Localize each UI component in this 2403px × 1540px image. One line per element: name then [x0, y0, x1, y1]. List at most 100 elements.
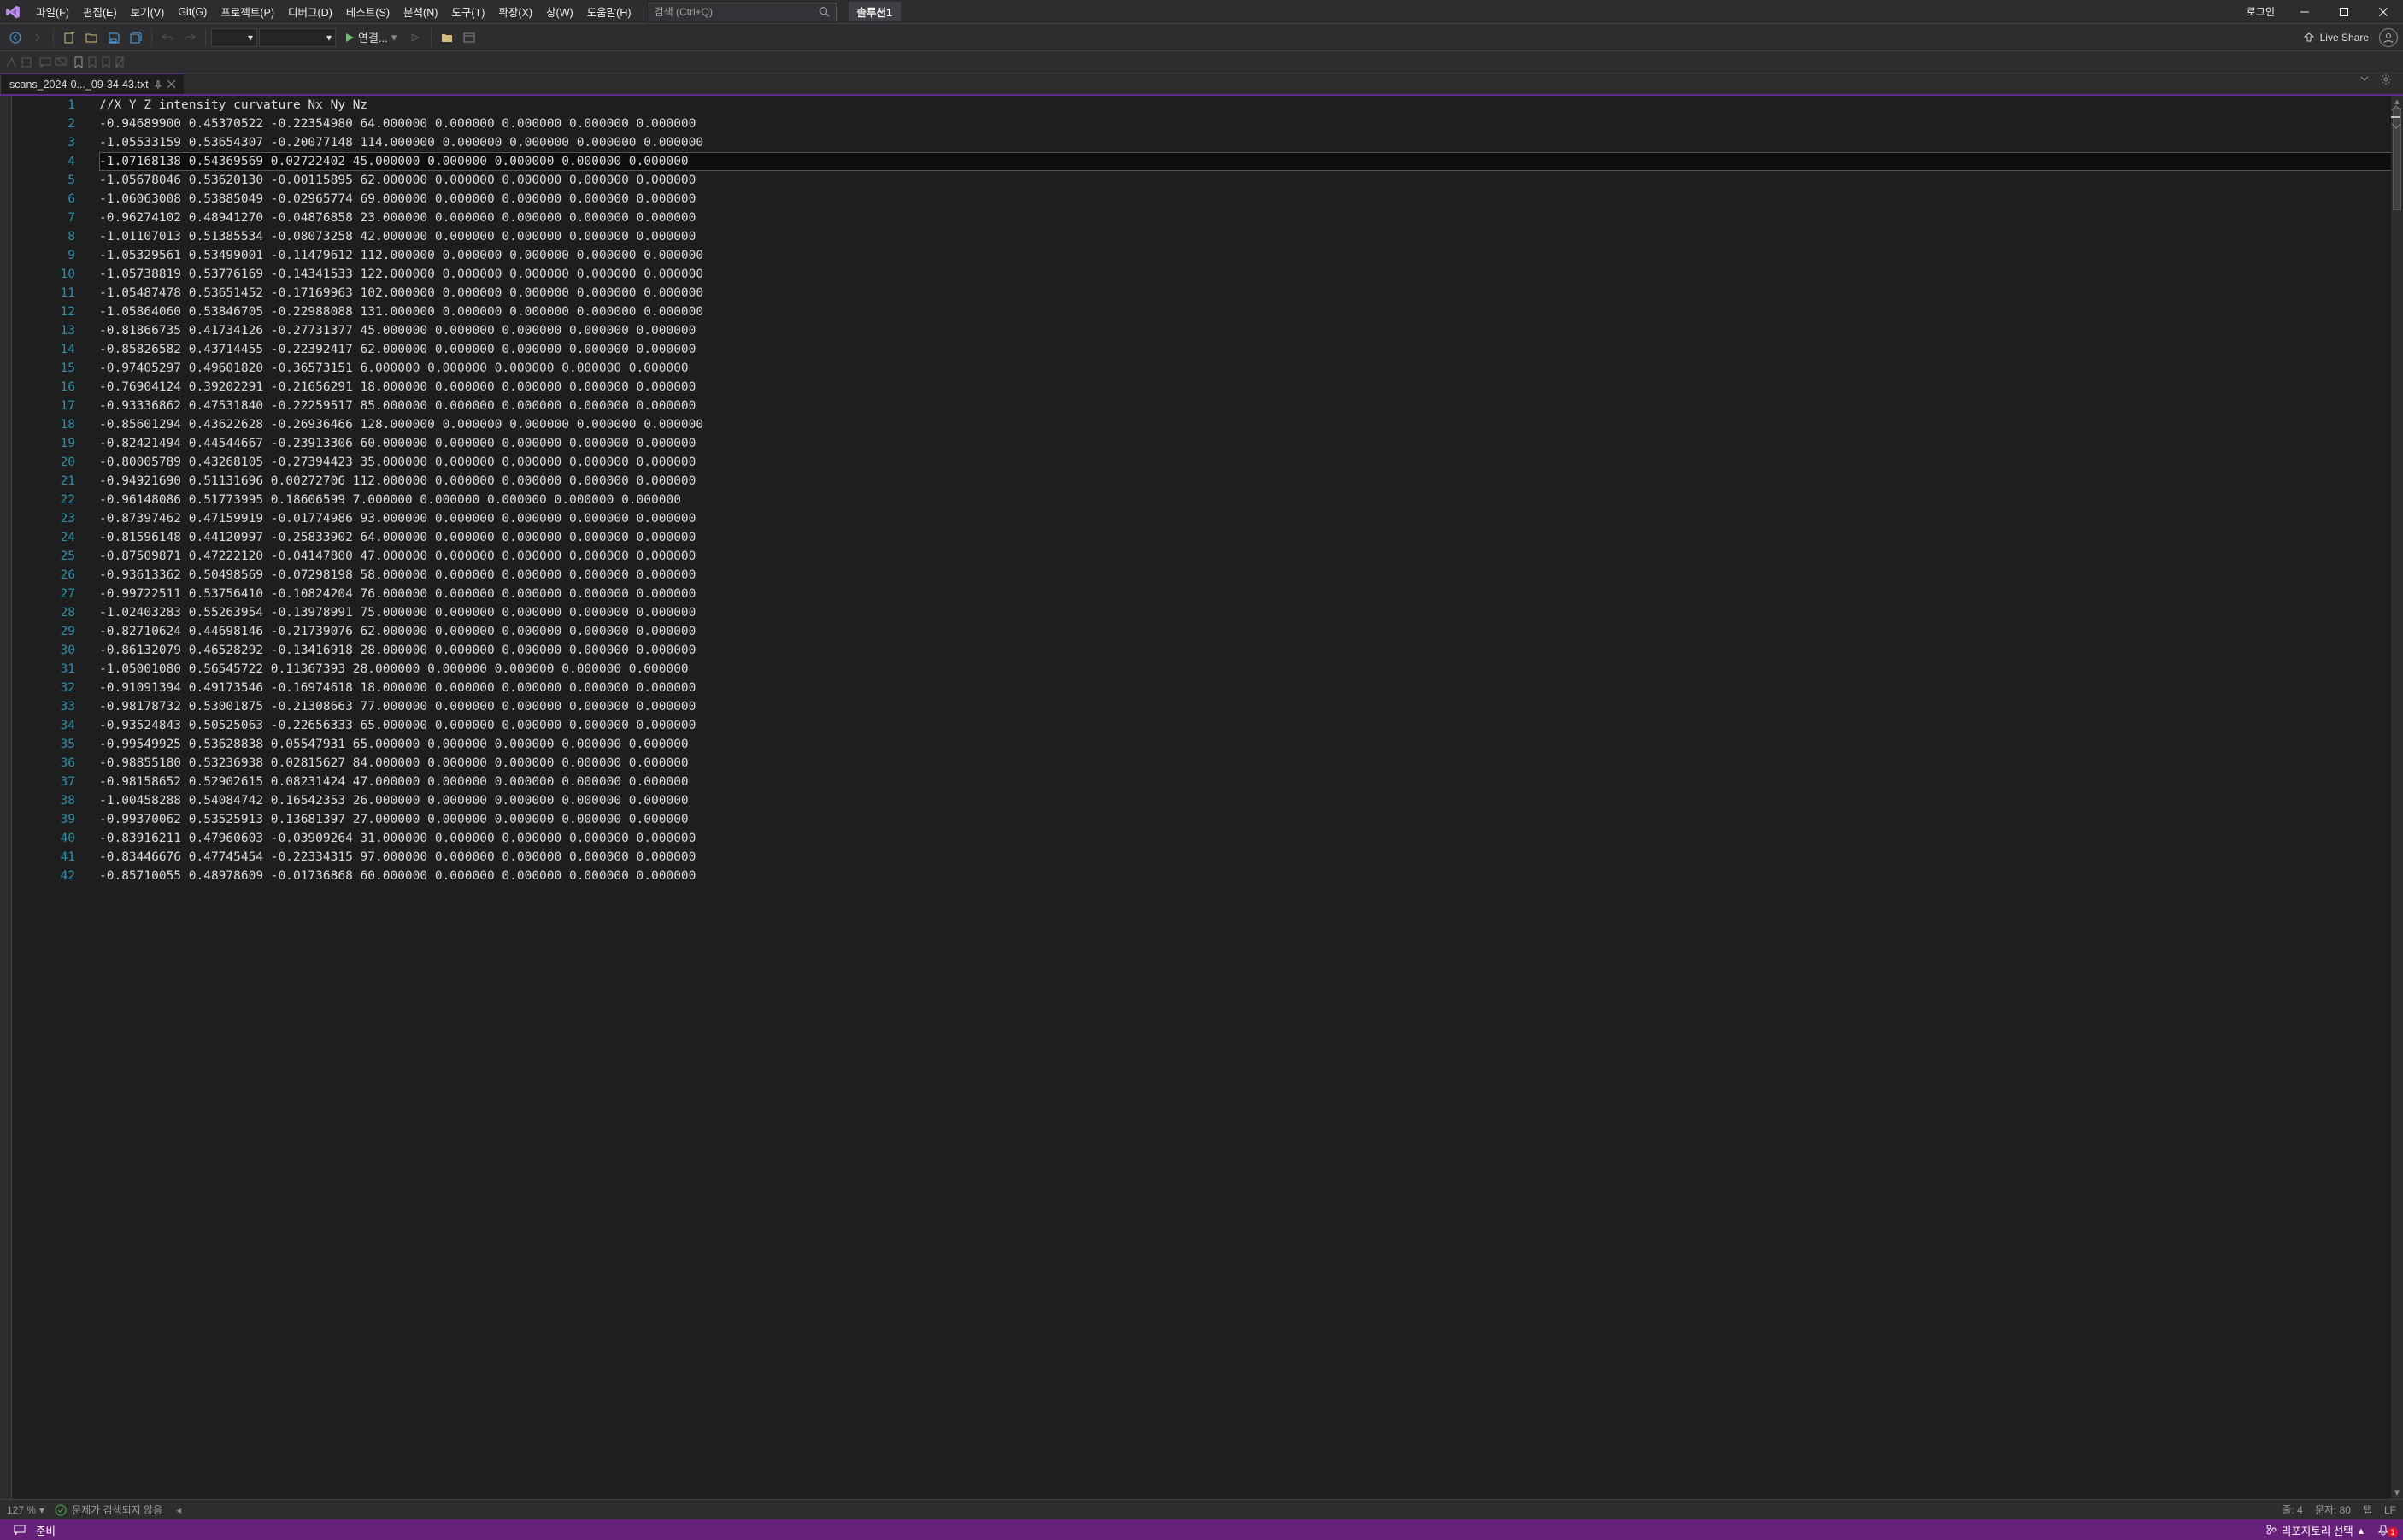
code-line[interactable]: -0.85826582 0.43714455 -0.22392417 62.00…	[99, 340, 2403, 359]
menu-item-3[interactable]: Git(G)	[171, 0, 214, 23]
code-line[interactable]: -1.05487478 0.53651452 -0.17169963 102.0…	[99, 284, 2403, 303]
menu-item-1[interactable]: 편집(E)	[76, 0, 124, 23]
show-all-button[interactable]	[459, 27, 479, 48]
bookmark-clear-button[interactable]	[115, 56, 125, 68]
menu-item-6[interactable]: 테스트(S)	[339, 0, 397, 23]
menu-item-2[interactable]: 보기(V)	[124, 0, 172, 23]
toggle-outline-button[interactable]	[21, 56, 32, 68]
code-line[interactable]: -1.02403283 0.55263954 -0.13978991 75.00…	[99, 603, 2403, 622]
code-line[interactable]: -1.00458288 0.54084742 0.16542353 26.000…	[99, 791, 2403, 810]
code-line[interactable]: -0.76904124 0.39202291 -0.21656291 18.00…	[99, 378, 2403, 397]
code-line[interactable]: -0.98178732 0.53001875 -0.21308663 77.00…	[99, 697, 2403, 716]
menu-item-9[interactable]: 확장(X)	[491, 0, 539, 23]
global-search[interactable]: 검색 (Ctrl+Q)	[649, 3, 837, 21]
code-line[interactable]: -0.93613362 0.50498569 -0.07298198 58.00…	[99, 566, 2403, 585]
open-file-button[interactable]	[81, 27, 102, 48]
code-line[interactable]: -0.86132079 0.46528292 -0.13416918 28.00…	[99, 641, 2403, 660]
menu-item-10[interactable]: 창(W)	[539, 0, 580, 23]
undo-button[interactable]	[157, 27, 178, 48]
account-avatar-button[interactable]	[2379, 28, 2398, 47]
start-debug-button[interactable]: 연결... ▾	[338, 27, 403, 48]
new-item-button[interactable]	[59, 27, 79, 48]
nav-back-button[interactable]	[5, 27, 26, 48]
code-line[interactable]: -1.05533159 0.53654307 -0.20077148 114.0…	[99, 133, 2403, 152]
code-line[interactable]: //X Y Z intensity curvature Nx Ny Nz	[99, 96, 2403, 115]
code-line[interactable]: -0.97405297 0.49601820 -0.36573151 6.000…	[99, 359, 2403, 378]
code-line[interactable]: -0.85601294 0.43622628 -0.26936466 128.0…	[99, 415, 2403, 434]
code-line[interactable]: -0.82421494 0.44544667 -0.23913306 60.00…	[99, 434, 2403, 453]
repo-select-button[interactable]: 리포지토리 선택 ▴	[2261, 1522, 2369, 1538]
code-line[interactable]: -0.96274102 0.48941270 -0.04876858 23.00…	[99, 209, 2403, 227]
indent-mode-indicator[interactable]: 탭	[2363, 1502, 2372, 1517]
code-line[interactable]: -0.87509871 0.47222120 -0.04147800 47.00…	[99, 547, 2403, 566]
code-line[interactable]: -1.05738819 0.53776169 -0.14341533 122.0…	[99, 265, 2403, 284]
code-line[interactable]: -1.07168138 0.54369569 0.02722402 45.000…	[99, 152, 2403, 171]
code-line[interactable]: -0.93336862 0.47531840 -0.22259517 85.00…	[99, 397, 2403, 415]
code-line[interactable]: -1.05329561 0.53499001 -0.11479612 112.0…	[99, 246, 2403, 265]
cursor-col-indicator[interactable]: 문자: 80	[2315, 1502, 2351, 1517]
tab-settings-button[interactable]	[2381, 74, 2400, 93]
code-line[interactable]: -0.85710055 0.48978609 -0.01736868 60.00…	[99, 867, 2403, 885]
code-line[interactable]: -0.81866735 0.41734126 -0.27731377 45.00…	[99, 321, 2403, 340]
line-ending-indicator[interactable]: LF	[2384, 1504, 2396, 1516]
save-all-button[interactable]	[126, 27, 146, 48]
bookmark-next-button[interactable]	[101, 56, 111, 68]
horizontal-scrollbar[interactable]: ◂	[173, 1504, 2271, 1516]
uncomment-button[interactable]	[55, 57, 67, 68]
code-line[interactable]: -1.05001080 0.56545722 0.11367393 28.000…	[99, 660, 2403, 679]
code-line[interactable]: -0.94689900 0.45370522 -0.22354980 64.00…	[99, 115, 2403, 133]
comment-button[interactable]	[39, 57, 51, 68]
code-line[interactable]: -0.96148086 0.51773995 0.18606599 7.0000…	[99, 491, 2403, 509]
code-line[interactable]: -0.87397462 0.47159919 -0.01774986 93.00…	[99, 509, 2403, 528]
code-line[interactable]: -0.94921690 0.51131696 0.00272706 112.00…	[99, 472, 2403, 491]
nav-forward-button[interactable]	[27, 27, 48, 48]
maximize-button[interactable]	[2324, 0, 2364, 24]
code-line[interactable]: -1.06063008 0.53885049 -0.02965774 69.00…	[99, 190, 2403, 209]
zoom-level-button[interactable]: 127 % ▾	[7, 1504, 44, 1516]
solution-platform-combo[interactable]: ▾	[259, 28, 336, 47]
hscroll-left-button[interactable]: ◂	[173, 1504, 185, 1516]
vertical-scrollbar[interactable]: ▴ ▾	[2391, 96, 2403, 1499]
menu-item-8[interactable]: 도구(T)	[444, 0, 491, 23]
text-editor[interactable]: 1234567891011121314151617181920212223242…	[12, 96, 2403, 1499]
code-line[interactable]: -0.83446676 0.47745454 -0.22334315 97.00…	[99, 848, 2403, 867]
issues-indicator[interactable]: 문제가 검색되지 않음	[55, 1502, 162, 1517]
menu-item-11[interactable]: 도움말(H)	[580, 0, 638, 23]
menu-item-0[interactable]: 파일(F)	[29, 0, 76, 23]
login-link[interactable]: 로그인	[2236, 4, 2285, 19]
menu-item-4[interactable]: 프로젝트(P)	[214, 0, 281, 23]
active-files-dropdown-button[interactable]	[2360, 74, 2379, 93]
close-tab-icon[interactable]	[167, 80, 175, 88]
code-line[interactable]: -0.99549925 0.53628838 0.05547931 65.000…	[99, 735, 2403, 754]
solution-selector[interactable]: 솔루션1	[849, 2, 901, 21]
pin-tab-icon[interactable]	[154, 80, 162, 89]
code-line[interactable]: -0.82710624 0.44698146 -0.21739076 62.00…	[99, 622, 2403, 641]
code-line[interactable]: -0.83916211 0.47960603 -0.03909264 31.00…	[99, 829, 2403, 848]
code-line[interactable]: -0.93524843 0.50525063 -0.22656333 65.00…	[99, 716, 2403, 735]
scroll-down-button[interactable]: ▾	[2391, 1487, 2403, 1499]
bookmark-prev-button[interactable]	[87, 56, 97, 68]
cursor-line-indicator[interactable]: 줄: 4	[2282, 1502, 2302, 1517]
code-line[interactable]: -0.80005789 0.43268105 -0.27394423 35.00…	[99, 453, 2403, 472]
minimize-button[interactable]	[2285, 0, 2324, 24]
code-line[interactable]: -1.05678046 0.53620130 -0.00115895 62.00…	[99, 171, 2403, 190]
save-button[interactable]	[103, 27, 124, 48]
document-tab[interactable]: scans_2024-0..._09-34-43.txt	[0, 73, 184, 94]
redo-button[interactable]	[179, 27, 200, 48]
bookmark-toggle-button[interactable]	[73, 56, 84, 68]
code-line[interactable]: -1.05864060 0.53846705 -0.22988088 131.0…	[99, 303, 2403, 321]
start-no-debug-button[interactable]	[405, 27, 426, 48]
code-line[interactable]: -0.91091394 0.49173546 -0.16974618 18.00…	[99, 679, 2403, 697]
code-line[interactable]: -1.01107013 0.51385534 -0.08073258 42.00…	[99, 227, 2403, 246]
code-line[interactable]: -0.99722511 0.53756410 -0.10824204 76.00…	[99, 585, 2403, 603]
solution-config-combo[interactable]: ▾	[211, 28, 257, 47]
browse-folder-button[interactable]	[437, 27, 457, 48]
code-line[interactable]: -0.99370062 0.53525913 0.13681397 27.000…	[99, 810, 2403, 829]
live-share-button[interactable]: Live Share	[2298, 32, 2374, 44]
feedback-button[interactable]	[9, 1525, 31, 1535]
menu-item-7[interactable]: 분석(N)	[397, 0, 444, 23]
close-button[interactable]	[2364, 0, 2403, 24]
notifications-button[interactable]: 1	[2372, 1524, 2394, 1536]
menu-item-5[interactable]: 디버그(D)	[281, 0, 339, 23]
toggle-track-changes-button[interactable]	[5, 56, 17, 68]
